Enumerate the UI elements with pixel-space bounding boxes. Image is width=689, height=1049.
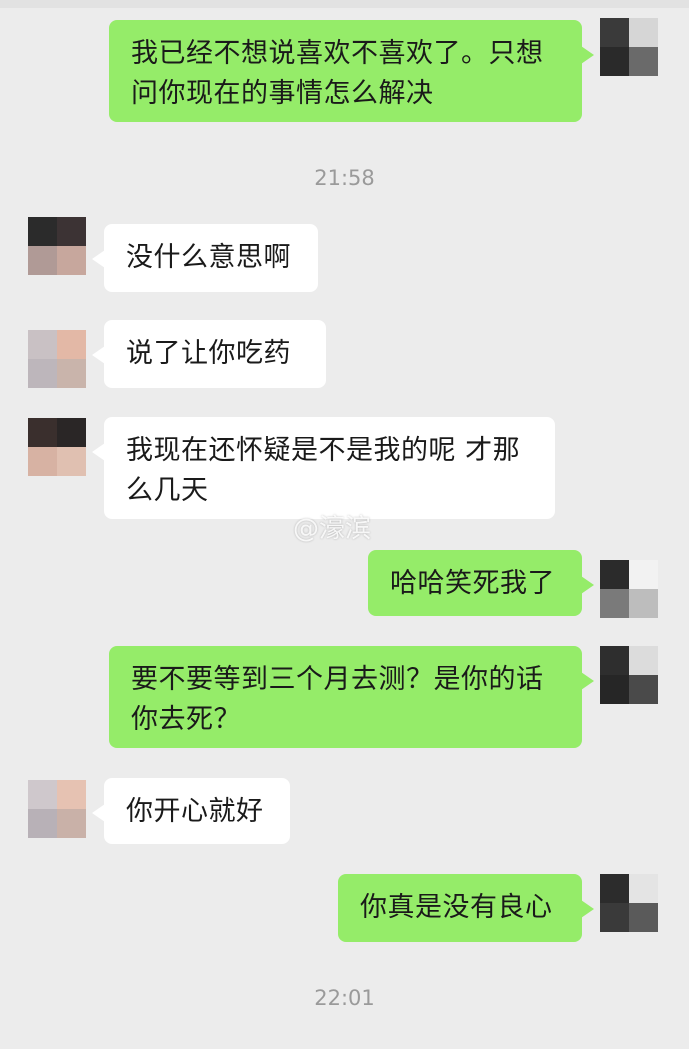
message-bubble-incoming[interactable]: 你开心就好 <box>92 778 290 844</box>
message-bubble-incoming[interactable]: 我现在还怀疑是不是我的呢 才那 么几天 <box>92 417 555 519</box>
contact-avatar[interactable] <box>28 418 86 476</box>
self-avatar[interactable] <box>600 560 658 618</box>
self-avatar[interactable] <box>600 646 658 704</box>
message-bubble-outgoing[interactable]: 哈哈笑死我了 <box>368 550 594 616</box>
message-text-line: 我已经不想说喜欢不喜欢了。只想 <box>131 38 544 69</box>
self-avatar[interactable] <box>600 18 658 76</box>
chat-conversation: 我已经不想说喜欢不喜欢了。只想 问你现在的事情怎么解决 21:58 没什么意思啊… <box>0 0 689 1049</box>
message-text: 说了让你吃药 <box>126 338 291 369</box>
message-bubble-outgoing[interactable]: 你真是没有良心 <box>338 874 594 942</box>
message-text-line: 我现在还怀疑是不是我的呢 才那 <box>126 435 521 466</box>
timestamp: 21:58 <box>314 166 375 190</box>
message-text: 你真是没有良心 <box>360 892 553 923</box>
message-text: 哈哈笑死我了 <box>390 568 555 599</box>
contact-avatar[interactable] <box>28 217 86 275</box>
self-avatar[interactable] <box>600 874 658 932</box>
timestamp: 22:01 <box>314 986 375 1010</box>
message-bubble-outgoing[interactable]: 我已经不想说喜欢不喜欢了。只想 问你现在的事情怎么解决 <box>109 20 594 122</box>
watermark: @濠滨 <box>293 514 372 544</box>
message-text-line: 你去死？ <box>131 704 241 735</box>
message-bubble-outgoing[interactable]: 要不要等到三个月去测？是你的话 你去死？ <box>109 646 594 748</box>
contact-avatar[interactable] <box>28 330 86 388</box>
message-text-line: 么几天 <box>126 475 209 506</box>
message-text-line: 问你现在的事情怎么解决 <box>131 78 434 109</box>
message-bubble-incoming[interactable]: 说了让你吃药 <box>92 320 326 388</box>
contact-avatar[interactable] <box>28 780 86 838</box>
message-text: 你开心就好 <box>126 796 264 827</box>
top-divider <box>0 0 689 8</box>
message-text-line: 要不要等到三个月去测？是你的话 <box>131 664 544 695</box>
message-text: 没什么意思啊 <box>126 242 291 273</box>
message-bubble-incoming[interactable]: 没什么意思啊 <box>92 224 318 292</box>
